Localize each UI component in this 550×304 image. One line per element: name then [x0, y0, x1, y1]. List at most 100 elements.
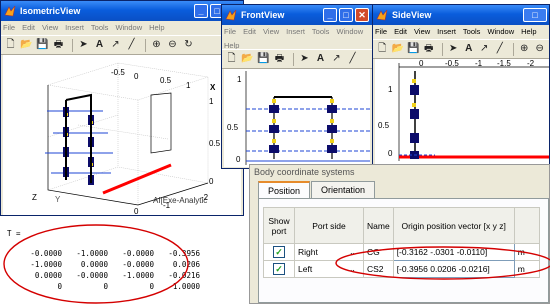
side-window: SideView □ File Edit View Insert Tools W… — [372, 4, 550, 166]
header-origin-position: Origin position vector [x y z] — [392, 207, 515, 244]
matlab-figure-icon — [225, 9, 237, 21]
front-axes[interactable]: 1 0.5 0 — [224, 69, 370, 167]
axis-label-z: Z — [32, 193, 37, 202]
matrix-cell: 0.0000 — [34, 271, 62, 280]
side-axes[interactable]: 0 -0.5 -1 -1.5 -2 1 0.5 0 — [375, 59, 549, 165]
menu-window[interactable]: Window — [336, 25, 363, 39]
front-plot — [245, 71, 370, 165]
close-button[interactable]: ✕ — [355, 8, 369, 22]
menu-view[interactable]: View — [42, 21, 58, 35]
print-icon[interactable]: 🖶 — [423, 42, 436, 56]
select-arrow-icon[interactable]: ➤ — [447, 42, 460, 56]
menu-tools[interactable]: Tools — [463, 25, 481, 39]
open-folder-icon[interactable]: 📂 — [241, 52, 254, 66]
matrix-cell: 0 — [57, 282, 62, 291]
menu-insert[interactable]: Insert — [65, 21, 84, 35]
matrix-cell: 1.0000 — [172, 282, 200, 291]
menu-bar: File Edit View Insert Tools Window Help — [373, 25, 549, 39]
transform-matrix: -0.0000 -1.0000 -0.0000 -0.3956 -1.0000 0.00… — [16, 248, 200, 292]
show-port-checkbox[interactable]: ✓ — [273, 263, 285, 275]
tick-label: 0.5 — [160, 76, 172, 85]
open-folder-icon[interactable]: 📂 — [20, 38, 33, 52]
tab-orientation[interactable]: Orientation — [311, 181, 376, 199]
window-title: FrontView — [241, 10, 285, 20]
menu-view[interactable]: View — [414, 25, 430, 39]
toolbar-separator — [72, 38, 73, 52]
matlab-figure-icon — [4, 5, 16, 17]
tick-label: 1 — [388, 85, 393, 94]
menu-bar: File Edit View Insert Tools Window Help — [222, 25, 372, 49]
menu-file[interactable]: File — [375, 25, 387, 39]
new-file-icon[interactable]: 🗋 — [376, 42, 389, 56]
open-folder-icon[interactable]: 📂 — [392, 42, 405, 56]
menu-window[interactable]: Window — [487, 25, 514, 39]
axis-label-y: Y — [55, 195, 61, 204]
insert-text-icon[interactable]: A — [462, 42, 475, 56]
menu-edit[interactable]: Edit — [394, 25, 407, 39]
menu-window[interactable]: Window — [115, 21, 142, 35]
insert-line-icon[interactable]: ╱ — [346, 52, 359, 66]
position-tab-panel: Show port Port side Name Origin position… — [258, 198, 549, 303]
select-arrow-icon[interactable]: ➤ — [77, 38, 90, 52]
chevron-down-icon[interactable]: ⌄ — [349, 247, 356, 258]
tick-label: 0 — [134, 72, 139, 81]
select-arrow-icon[interactable]: ➤ — [298, 52, 311, 66]
toolbar-separator — [442, 42, 443, 56]
new-file-icon[interactable]: 🗋 — [4, 38, 17, 52]
insert-line-icon[interactable]: ╱ — [493, 42, 506, 56]
toolbar-separator — [145, 38, 146, 52]
tick-label: 0 — [209, 177, 214, 186]
print-icon[interactable]: 🖶 — [273, 52, 286, 66]
zoom-out-icon[interactable]: ⊖ — [166, 38, 179, 52]
isometric-titlebar[interactable]: IsometricView _ □ ✕ — [1, 1, 243, 21]
save-icon[interactable]: 💾 — [36, 38, 49, 52]
menu-help[interactable]: Help — [149, 21, 164, 35]
zoom-out-icon[interactable]: ⊖ — [533, 42, 546, 56]
matrix-row: -1.0000 0.0000 -0.0000 0.0206 — [16, 259, 200, 270]
tick-label: 0 — [134, 207, 139, 216]
minimize-button[interactable]: _ — [194, 4, 208, 18]
chevron-down-icon[interactable]: ⌄ — [349, 264, 356, 275]
insert-line-icon[interactable]: ╱ — [125, 38, 138, 52]
menu-help[interactable]: Help — [224, 39, 239, 49]
insert-arrow-icon[interactable]: ↗ — [109, 38, 122, 52]
insert-text-icon[interactable]: A — [93, 38, 106, 52]
menu-insert[interactable]: Insert — [437, 25, 456, 39]
insert-text-icon[interactable]: A — [314, 52, 327, 66]
side-titlebar[interactable]: SideView □ — [373, 5, 549, 25]
port-side-cell[interactable]: Right ⌄ — [294, 243, 364, 261]
minimize-button[interactable]: _ — [323, 8, 337, 22]
zoom-in-icon[interactable]: ⊕ — [150, 38, 163, 52]
origin-vector-field[interactable]: [-0.3162 -.0301 -0.0110] — [392, 243, 515, 261]
menu-edit[interactable]: Edit — [22, 21, 35, 35]
menu-tools[interactable]: Tools — [312, 25, 330, 39]
print-icon[interactable]: 🖶 — [52, 38, 65, 52]
show-port-checkbox[interactable]: ✓ — [273, 246, 285, 258]
menu-view[interactable]: View — [263, 25, 279, 39]
zoom-in-icon[interactable]: ⊕ — [518, 42, 531, 56]
save-icon[interactable]: 💾 — [407, 42, 420, 56]
maximize-button[interactable]: □ — [339, 8, 353, 22]
menu-edit[interactable]: Edit — [243, 25, 256, 39]
isometric-axes[interactable]: -0.5 0 0.5 1 X 1 0.5 0 -1 -2 0 Z Y AI[Ex… — [3, 55, 241, 215]
new-file-icon[interactable]: 🗋 — [225, 52, 238, 66]
unit-cell: m — [513, 260, 540, 278]
menu-file[interactable]: File — [224, 25, 236, 39]
port-side-cell[interactable]: Left ⌄ — [294, 260, 364, 278]
origin-vector-field[interactable]: [-0.3956 0.0206 -0.0216] — [392, 260, 515, 278]
insert-arrow-icon[interactable]: ↗ — [478, 42, 491, 56]
insert-arrow-icon[interactable]: ↗ — [330, 52, 343, 66]
menu-tools[interactable]: Tools — [91, 21, 109, 35]
matrix-cell: 0 — [149, 282, 154, 291]
menu-help[interactable]: Help — [521, 25, 536, 39]
side-plot — [398, 63, 549, 161]
rotate-icon[interactable]: ↻ — [182, 38, 195, 52]
front-titlebar[interactable]: FrontView _ □ ✕ — [222, 5, 372, 25]
name-cell: CS2 — [363, 260, 394, 278]
save-icon[interactable]: 💾 — [257, 52, 270, 66]
matrix-cell: -1.0000 — [122, 271, 154, 280]
tick-label: 0 — [388, 149, 393, 158]
maximize-button[interactable]: □ — [523, 8, 547, 22]
menu-insert[interactable]: Insert — [286, 25, 305, 39]
menu-file[interactable]: File — [3, 21, 15, 35]
